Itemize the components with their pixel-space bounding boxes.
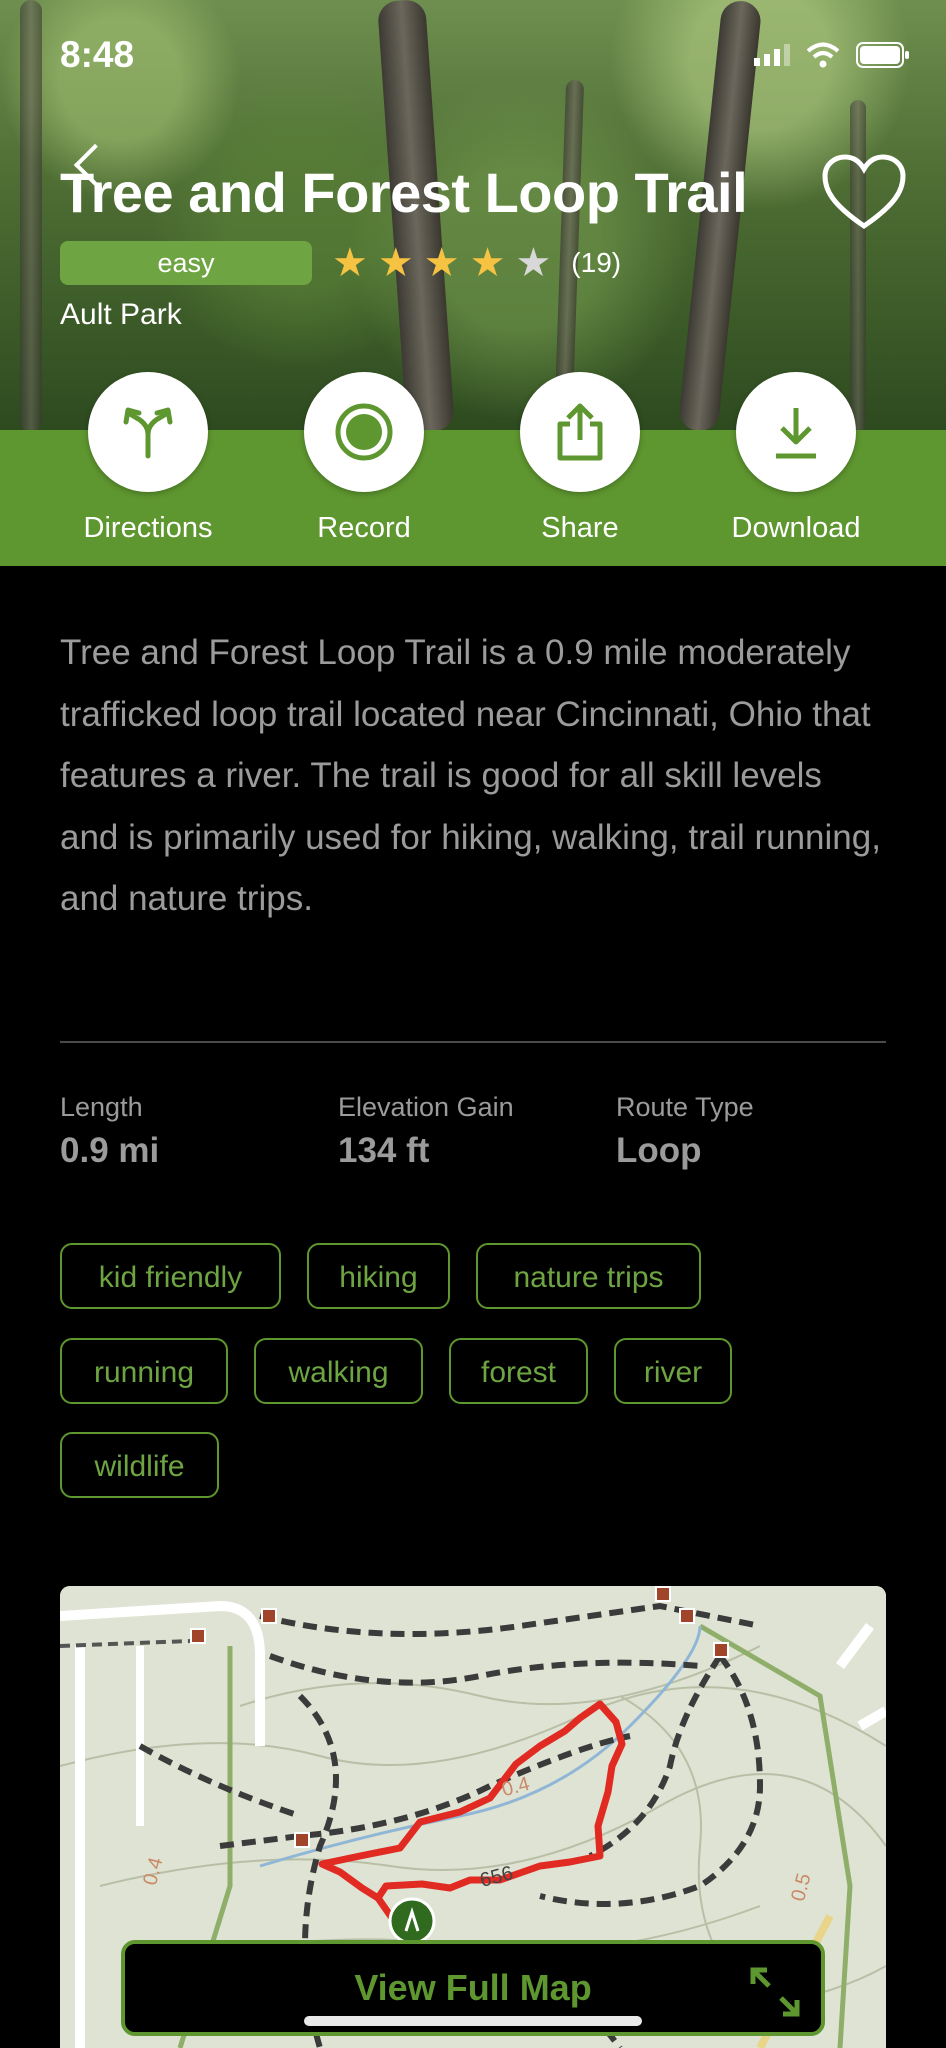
- stat-value: 134 ft: [338, 1131, 430, 1170]
- wifi-icon: [806, 42, 840, 68]
- star-icon: ★: [515, 241, 552, 285]
- park-name[interactable]: Ault Park: [60, 298, 182, 332]
- stat-value: Loop: [616, 1131, 702, 1170]
- stat-value: 0.9 mi: [60, 1131, 160, 1170]
- trail-description: Tree and Forest Loop Trail is a 0.9 mile…: [60, 633, 881, 918]
- difficulty-badge: easy: [60, 241, 312, 285]
- signal-icon: [754, 44, 790, 66]
- rating-stars: ★ ★ ★ ★ ★ (19): [332, 241, 621, 285]
- tag-chip[interactable]: hiking: [307, 1243, 450, 1309]
- directions-button[interactable]: Directions: [48, 372, 248, 545]
- stat-elevation-gain: Elevation Gain 134 ft: [338, 1092, 514, 1171]
- stat-length: Length 0.9 mi: [60, 1092, 159, 1171]
- stat-label: Length: [60, 1092, 143, 1122]
- tag-chip[interactable]: nature trips: [476, 1243, 701, 1309]
- status-time: 8:48: [60, 34, 135, 75]
- expand-icon: [750, 1967, 800, 2017]
- tag-chip[interactable]: forest: [449, 1338, 588, 1404]
- record-button[interactable]: Record: [264, 372, 464, 545]
- trail-title: Tree and Forest Loop Trail: [60, 161, 748, 224]
- tag-chip[interactable]: river: [614, 1338, 732, 1404]
- directions-icon: [123, 407, 173, 459]
- star-icon: ★: [423, 241, 460, 285]
- star-icon: ★: [469, 241, 506, 285]
- share-button[interactable]: Share: [480, 372, 680, 545]
- battery-icon: [856, 42, 909, 68]
- tag-chip[interactable]: kid friendly: [60, 1243, 281, 1309]
- favorite-heart-icon[interactable]: [822, 154, 906, 232]
- stat-label: Elevation Gain: [338, 1092, 514, 1122]
- share-icon: [557, 403, 603, 461]
- star-icon: ★: [377, 241, 414, 285]
- review-count[interactable]: (19): [571, 241, 621, 285]
- stat-label: Route Type: [616, 1092, 754, 1122]
- download-icon: [776, 408, 816, 459]
- tag-chip[interactable]: wildlife: [60, 1432, 219, 1498]
- divider: [60, 1041, 886, 1043]
- download-button[interactable]: Download: [696, 372, 896, 545]
- directions-label: Directions: [83, 512, 213, 544]
- tag-chip[interactable]: running: [60, 1338, 228, 1404]
- record-label: Record: [317, 512, 411, 544]
- status-icons: [754, 42, 910, 68]
- download-label: Download: [731, 512, 861, 544]
- record-icon: [335, 403, 393, 461]
- tag-chip[interactable]: walking: [254, 1338, 423, 1404]
- home-indicator: [304, 2016, 642, 2026]
- star-icon: ★: [332, 241, 368, 285]
- share-label: Share: [541, 512, 619, 544]
- stat-route-type: Route Type Loop: [616, 1092, 754, 1171]
